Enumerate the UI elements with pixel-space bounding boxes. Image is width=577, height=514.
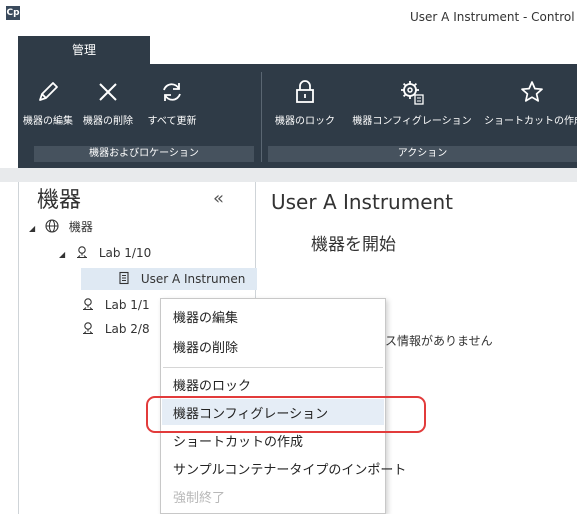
panel-title: 機器: [37, 188, 82, 213]
app-logo: Cp: [6, 6, 20, 20]
menu-item-create-shortcut[interactable]: ショートカットの作成: [173, 431, 303, 450]
ribbon-bottom-strip: [0, 168, 577, 182]
delete-instrument-label: 機器の削除: [83, 116, 133, 127]
create-shortcut-button[interactable]: ショートカットの作成: [484, 72, 577, 136]
tree-item-label: Lab 2/8: [104, 322, 150, 336]
location-pin-icon: [83, 322, 93, 335]
menu-item-delete-instrument[interactable]: 機器の削除: [173, 337, 238, 356]
refresh-all-label: すべて更新: [147, 116, 197, 127]
close-icon: [99, 83, 117, 101]
lock-icon: [296, 80, 314, 103]
edit-instrument-label: 機器の編集: [23, 116, 73, 127]
pencil-icon: [39, 82, 58, 101]
expanded-triangle-icon[interactable]: ◢: [59, 244, 65, 266]
instrument-configuration-label: 機器コンフィグレーション: [352, 116, 472, 127]
location-pin-icon: [83, 298, 93, 311]
delete-instrument-button[interactable]: 機器の削除: [78, 72, 138, 136]
tree-item-lab-2-8[interactable]: Lab 2/8: [81, 318, 150, 340]
tree-item-lab-1-10[interactable]: ◢ Lab 1/10: [59, 242, 151, 264]
ribbon-separator: [261, 72, 262, 162]
menu-item-force-quit: 強制終了: [173, 491, 226, 506]
tree-item-label: Lab 1/1: [104, 298, 150, 312]
tab-manage[interactable]: 管理: [18, 36, 150, 64]
tree-item-label: 機器: [68, 220, 93, 234]
tree-item-user-a-instrument[interactable]: User A Instrumen: [81, 268, 257, 290]
instrument-configuration-button[interactable]: 機器コンフィグレーション: [352, 72, 472, 136]
location-pin-icon: [76, 246, 87, 259]
create-shortcut-label: ショートカットの作成: [484, 116, 577, 127]
star-icon: [521, 81, 543, 102]
collapse-panel-icon[interactable]: «: [213, 188, 224, 209]
window-title: User A Instrument - Control: [410, 10, 575, 24]
config-gear-icon: [401, 81, 424, 105]
lock-instrument-label: 機器のロック: [275, 116, 335, 127]
menu-separator: [163, 367, 383, 368]
menu-item-lock-instrument[interactable]: 機器のロック: [173, 375, 251, 394]
start-instrument-heading: 機器を開始: [311, 235, 396, 255]
globe-icon: [45, 219, 59, 233]
title-bar: Cp User A Instrument - Control: [0, 0, 577, 36]
instrument-icon: [119, 271, 129, 285]
group-actions: アクション: [268, 146, 577, 162]
ribbon: 機器の編集 機器の削除 すべて更新 機器のロック 機器コンフィグレーション ショ…: [18, 64, 577, 168]
edit-instrument-button[interactable]: 機器の編集: [20, 72, 76, 136]
annotation-highlight-ring: [146, 396, 426, 433]
menu-item-import-sample-container-types[interactable]: サンプルコンテナータイプのインポート: [173, 459, 406, 478]
refresh-icon: [163, 83, 181, 101]
tree-item-label: Lab 1/10: [98, 246, 152, 260]
menu-item-edit-instrument[interactable]: 機器の編集: [173, 307, 238, 326]
refresh-all-button[interactable]: すべて更新: [142, 72, 202, 136]
tree-item-lab-1-1[interactable]: Lab 1/1: [81, 294, 150, 316]
group-instruments-locations: 機器およびロケーション: [34, 146, 254, 162]
lock-instrument-button[interactable]: 機器のロック: [274, 72, 336, 136]
tree-item-instruments[interactable]: ◢ 機器: [29, 216, 93, 238]
instrument-title: User A Instrument: [271, 190, 454, 214]
tree-item-label: User A Instrumen: [140, 272, 246, 286]
expanded-triangle-icon[interactable]: ◢: [29, 218, 35, 240]
